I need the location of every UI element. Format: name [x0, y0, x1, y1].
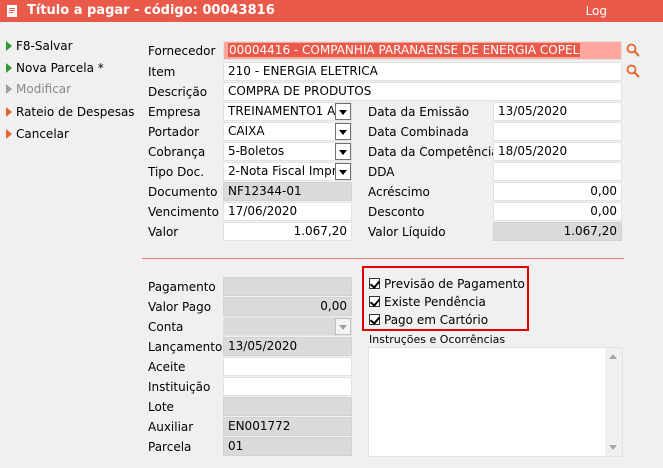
checkmark-icon[interactable] — [369, 278, 380, 289]
competence-date-label: Data da Competência — [368, 145, 499, 159]
item-field[interactable]: 210 - ENERGIA ELETRICA — [223, 62, 622, 81]
discount-label: Desconto — [368, 205, 425, 219]
cancel-button[interactable]: Cancelar — [6, 127, 69, 145]
auxiliary-field: EN001772 — [223, 417, 352, 436]
auxiliary-label: Auxiliar — [148, 420, 194, 434]
pending-label: Existe Pendência — [384, 295, 486, 309]
chevron-down-icon[interactable] — [335, 318, 351, 335]
paid-amount-label: Valor Pago — [148, 300, 212, 314]
section-divider — [142, 258, 624, 259]
dda-field[interactable] — [493, 162, 622, 181]
arrow-right-icon — [6, 41, 12, 51]
cancel-label: Cancelar — [16, 127, 69, 141]
competence-date-field[interactable]: 18/05/2020 — [493, 142, 622, 161]
modify-label: Modificar — [16, 82, 72, 96]
institution-field[interactable] — [223, 377, 352, 396]
surcharge-field[interactable]: 0,00 — [493, 182, 622, 201]
pending-checkbox[interactable]: Existe Pendência — [369, 295, 486, 309]
arrow-right-icon — [6, 84, 12, 94]
company-label: Empresa — [148, 105, 201, 119]
item-label: Item — [148, 65, 176, 79]
search-icon[interactable] — [626, 43, 640, 57]
payment-field — [223, 277, 352, 296]
payment-label: Pagamento — [148, 280, 216, 294]
notary-paid-label: Pago em Cartório — [384, 313, 489, 327]
doc-type-select[interactable]: 2-Nota Fiscal Impres — [223, 162, 352, 181]
document-icon — [7, 5, 17, 17]
net-amount-label: Valor Líquido — [368, 225, 446, 239]
checkmark-icon[interactable] — [369, 296, 380, 307]
supplier-label: Fornecedor — [148, 44, 216, 58]
payment-forecast-checkbox[interactable]: Previsão de Pagamento — [369, 277, 525, 291]
entry-date-field: 13/05/2020 — [223, 337, 352, 356]
chevron-down-icon[interactable] — [335, 143, 351, 160]
chevron-down-icon[interactable] — [335, 103, 351, 120]
scroll-up-icon[interactable] — [609, 354, 617, 359]
new-installment-label: Nova Parcela * — [16, 61, 104, 75]
arrow-right-icon — [6, 129, 12, 139]
batch-label: Lote — [148, 400, 174, 414]
title-bar: Título a pagar - código: 00043816 Log — [0, 0, 663, 22]
account-label: Conta — [148, 320, 184, 334]
billing-select[interactable]: 5-Boletos — [223, 142, 352, 161]
issue-date-label: Data da Emissão — [368, 105, 470, 119]
entry-date-label: Lançamento — [148, 340, 223, 354]
scroll-down-icon[interactable] — [609, 445, 617, 450]
log-button[interactable]: Log — [586, 4, 607, 18]
account-select[interactable] — [223, 317, 352, 336]
amount-field[interactable]: 1.067,20 — [223, 222, 352, 241]
due-date-field[interactable]: 17/06/2020 — [223, 202, 352, 221]
payment-forecast-label: Previsão de Pagamento — [384, 277, 525, 291]
issue-date-field[interactable]: 13/05/2020 — [493, 102, 622, 121]
instructions-textarea[interactable] — [368, 347, 623, 457]
chevron-down-icon[interactable] — [335, 123, 351, 140]
checkmark-icon[interactable] — [369, 314, 380, 325]
surcharge-label: Acréscimo — [368, 185, 430, 199]
installment-label: Parcela — [148, 440, 192, 454]
discount-field[interactable]: 0,00 — [493, 202, 622, 221]
amount-label: Valor — [148, 225, 179, 239]
window-title: Título a pagar - código: 00043816 — [27, 3, 275, 18]
holder-label: Portador — [148, 125, 200, 139]
modify-button[interactable]: Modificar — [6, 82, 71, 100]
description-field[interactable]: COMPRA DE PRODUTOS — [223, 82, 622, 101]
arrow-right-icon — [6, 63, 12, 73]
paid-amount-field: 0,00 — [223, 297, 352, 316]
expense-split-label: Rateio de Despesas — [16, 105, 135, 119]
chevron-down-icon[interactable] — [335, 163, 351, 180]
document-field: NF12344-01 — [223, 182, 352, 201]
agreed-date-field[interactable] — [493, 122, 622, 141]
company-select[interactable]: TREINAMENTO1 APE — [223, 102, 352, 121]
acceptance-label: Aceite — [148, 360, 186, 374]
save-button[interactable]: F8-Salvar — [6, 39, 73, 57]
search-icon[interactable] — [626, 64, 640, 78]
arrow-right-icon — [6, 107, 12, 117]
expense-split-button[interactable]: Rateio de Despesas — [6, 105, 135, 123]
document-label: Documento — [148, 185, 218, 199]
holder-select[interactable]: CAIXA — [223, 122, 352, 141]
sidebar: F8-Salvar Nova Parcela * Modificar Ratei… — [0, 22, 135, 468]
acceptance-field[interactable] — [223, 357, 352, 376]
due-date-label: Vencimento — [148, 205, 219, 219]
instructions-label: Instruções e Ocorrências — [369, 333, 506, 346]
agreed-date-label: Data Combinada — [368, 125, 469, 139]
batch-field — [223, 397, 352, 416]
new-installment-button[interactable]: Nova Parcela * — [6, 61, 104, 79]
billing-label: Cobrança — [148, 145, 206, 159]
supplier-field[interactable]: 00004416 - COMPANHIA PARANAENSE DE ENERG… — [223, 41, 622, 60]
institution-label: Instituição — [148, 380, 211, 394]
notary-paid-checkbox[interactable]: Pago em Cartório — [369, 313, 488, 327]
dda-label: DDA — [368, 165, 395, 179]
save-label: F8-Salvar — [16, 39, 73, 53]
doc-type-label: Tipo Doc. — [148, 165, 205, 179]
installment-field: 01 — [223, 437, 352, 456]
description-label: Descrição — [148, 85, 208, 99]
vertical-scrollbar[interactable] — [605, 348, 622, 456]
net-amount-field: 1.067,20 — [493, 222, 622, 241]
